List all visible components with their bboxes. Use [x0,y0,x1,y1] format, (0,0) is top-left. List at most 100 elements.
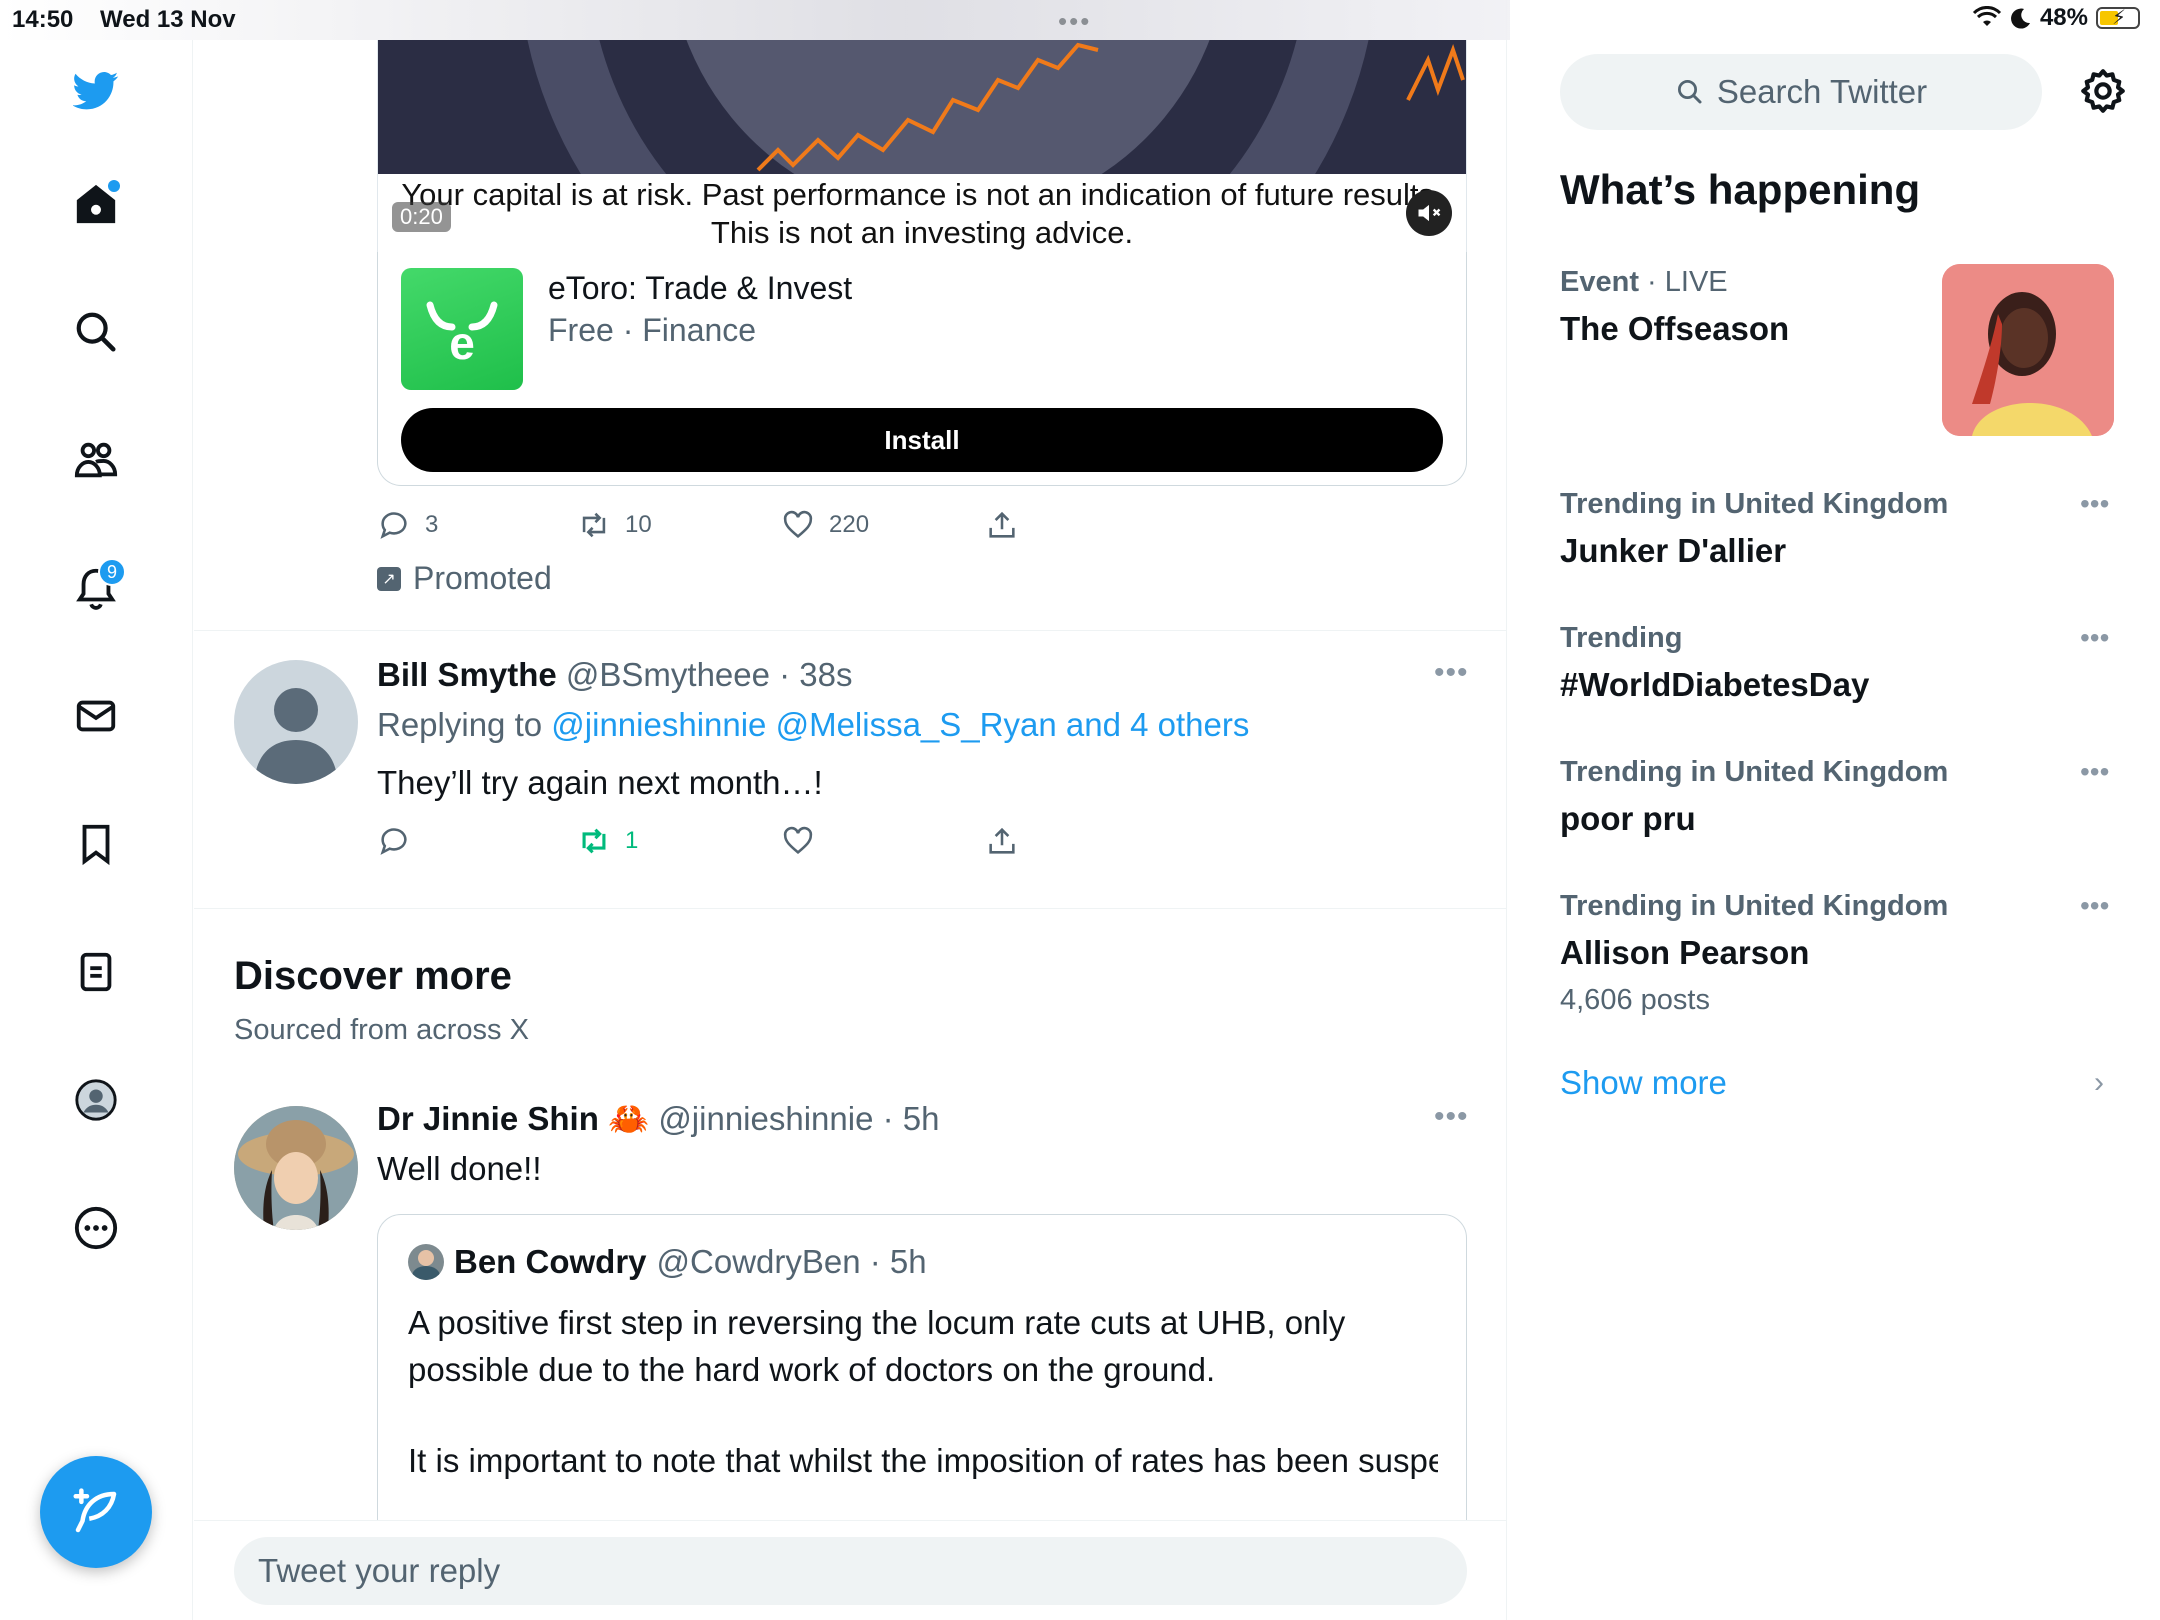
reply-bar: Tweet your reply [194,1520,1506,1620]
event-thumbnail [1942,264,2114,436]
avatar[interactable] [234,1106,358,1230]
profile-avatar-icon[interactable] [66,1070,126,1130]
reply-count: 3 [425,511,439,538]
quote-handle-time: @CowdryBen · 5h [656,1243,927,1280]
retweet-action[interactable]: 10 [577,508,781,542]
share-action[interactable] [985,824,1019,858]
compose-tweet-button[interactable] [40,1456,152,1568]
reply-tweet-actions: 1 [377,824,1019,858]
avatar[interactable] [234,660,358,784]
author-name[interactable]: Bill Smythe [377,656,557,693]
retweet-icon [582,512,606,538]
moon-icon [2010,8,2030,29]
status-date: Wed 13 Nov [100,6,236,33]
tweet-text: They’ll try again next month…! [377,764,823,801]
tweet-divider [194,908,1506,909]
retweet-count: 10 [625,511,652,538]
discover-more-heading: Discover more [234,954,512,998]
reply-bubble-icon [380,512,407,539]
notifications-bell-icon[interactable]: 9 [66,558,126,618]
share-upload-icon [989,827,1015,854]
replying-to: Replying to @jinnieshinnie @Melissa_S_Ry… [377,706,1249,744]
like-action[interactable] [781,824,985,858]
twitter-logo-icon[interactable] [66,60,126,120]
heart-icon [783,510,813,538]
promoted-arrow-icon: ↗ [377,566,401,591]
tweet-header: Dr Jinnie Shin 🦀 @jinnieshinnie · 5h [377,1100,939,1139]
quote-avatar [408,1244,444,1280]
share-upload-icon [989,511,1015,538]
etoro-app-logo: e [401,268,523,390]
lists-icon[interactable] [66,942,126,1002]
left-navigation: 9 [0,0,193,1620]
reply-bubble-icon [380,828,407,855]
trend-more-icon[interactable]: ••• [2080,756,2109,788]
trend-more-icon[interactable]: ••• [2080,890,2109,922]
share-action[interactable] [985,508,1019,542]
like-action[interactable]: 220 [781,508,985,542]
search-icon [1677,80,1702,104]
event-title: The Offseason [1560,310,1790,347]
quote-text: A positive first step in reversing the l… [408,1299,1438,1484]
tweet-more-icon[interactable]: ••• [1434,656,1469,690]
tweet-text: Well done!! [377,1150,542,1187]
home-new-dot [108,180,120,192]
right-sidebar: Search Twitter What’s happening Event · … [1508,0,2160,1620]
tweet-more-icon[interactable]: ••• [1434,1100,1469,1134]
quote-paragraph: It is important to note that whilst the … [408,1442,1438,1479]
discover-more-subtitle: Sourced from across X [234,1014,529,1046]
quote-paragraph: A positive first step in reversing the l… [408,1304,1346,1388]
status-bar: 14:50 Wed 13 Nov ••• 48% ⚡ [0,0,2160,40]
main-timeline: Your capital is at risk. Past performanc… [194,0,1507,1620]
author-name[interactable]: Dr Jinnie Shin [377,1100,599,1137]
chevron-right-icon: › [2094,1066,2104,1099]
search-twitter-input[interactable]: Search Twitter [1560,54,2042,130]
promoted-label: ↗ Promoted [377,560,552,597]
retweet-action[interactable]: 1 [577,824,781,858]
heart-icon [783,826,813,854]
tweet-reply-input[interactable]: Tweet your reply [234,1537,1467,1605]
retweet-count: 1 [625,827,639,854]
whats-happening-heading: What’s happening [1560,166,1921,213]
notifications-count-badge: 9 [98,558,126,586]
bookmarks-icon[interactable] [66,814,126,874]
trend-more-icon[interactable]: ••• [2080,622,2109,654]
battery-percent: 48% [2039,4,2088,31]
compose-feather-icon [73,1488,117,1533]
promoted-tweet-actions: 3 10 220 [377,508,1019,542]
quote-header: Ben Cowdry @CowdryBen · 5h [408,1243,927,1281]
messages-envelope-icon[interactable] [66,686,126,746]
tweet-header: Bill Smythe @BSmytheee · 38s [377,656,853,694]
trend-post-count: 4,606 posts [1560,984,1710,1016]
svg-text:e: e [449,317,475,369]
author-handle-time: @jinnieshinnie · 5h [658,1100,940,1137]
reply-action[interactable] [377,824,577,858]
reply-action[interactable]: 3 [377,508,577,542]
show-more-link[interactable]: Show more [1560,1064,1727,1102]
app-install-card[interactable]: e eToro: Trade & Invest Free · Finance I… [377,252,1467,486]
tweet-divider [194,630,1506,631]
promoted-video[interactable]: Your capital is at risk. Past performanc… [377,40,1467,252]
explore-search-icon[interactable] [66,302,126,362]
replying-to-prefix: Replying to [377,706,543,743]
chart-line-graphic [756,42,1465,172]
replying-to-handles[interactable]: @jinnieshinnie @Melissa_S_Ryan and 4 oth… [551,706,1249,743]
event-meta: Event · LIVE [1560,266,1728,298]
communities-icon[interactable] [66,430,126,490]
mute-speaker-icon[interactable] [1406,190,1452,236]
install-button[interactable]: Install [401,408,1443,472]
settings-gear-icon[interactable] [2078,66,2128,116]
search-placeholder: Search Twitter [1716,73,1928,110]
multitasking-dots[interactable]: ••• [1058,6,1091,37]
battery-icon: ⚡ [2096,7,2140,29]
home-icon[interactable] [66,174,126,234]
video-caption: Your capital is at risk. Past performanc… [401,177,1443,250]
retweet-icon [582,828,606,854]
quote-author-name: Ben Cowdry [454,1243,647,1280]
video-timer: 0:20 [392,202,451,232]
like-count: 220 [829,511,870,538]
more-options-icon[interactable] [66,1198,126,1258]
author-handle-time: @BSmytheee · 38s [565,656,853,693]
crab-emoji-icon: 🦀 [608,1100,650,1137]
trend-more-icon[interactable]: ••• [2080,488,2109,520]
